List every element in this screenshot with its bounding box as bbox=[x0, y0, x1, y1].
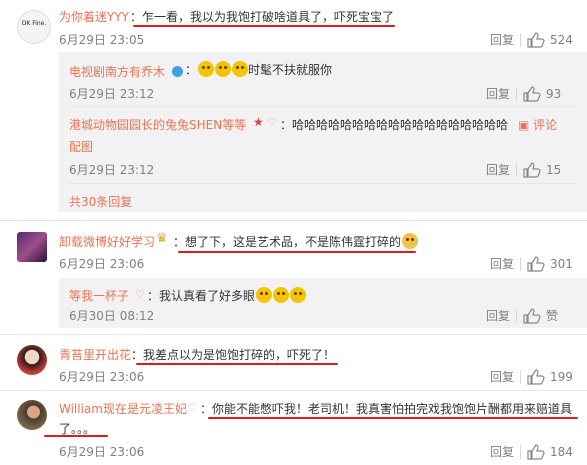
verified-icon bbox=[172, 66, 183, 77]
reply-time: 6月30日 08:12 bbox=[69, 309, 155, 323]
thumbs-up-icon[interactable] bbox=[523, 161, 541, 178]
reply-author[interactable]: 港城动物园园长的兔兔SHEN等等 bbox=[69, 116, 246, 133]
reply-text-wrap: ：我认真看了好多眼 bbox=[147, 287, 307, 304]
reply-button[interactable]: 回复 bbox=[490, 443, 514, 460]
reply-actions: 回复 赞 bbox=[486, 307, 558, 324]
comment-actions: 回复 199 bbox=[490, 368, 573, 385]
divider bbox=[520, 444, 522, 459]
reply-button[interactable]: 回复 bbox=[486, 161, 510, 178]
annotation-underline bbox=[44, 435, 108, 437]
emoji-icon bbox=[290, 287, 307, 303]
view-image-label-2[interactable]: 配图 bbox=[69, 138, 93, 155]
thumbs-up-icon[interactable] bbox=[527, 368, 545, 385]
reply-button[interactable]: 回复 bbox=[490, 255, 514, 272]
like-label[interactable]: 赞 bbox=[546, 307, 558, 324]
comment-time: 6月29日 23:05 bbox=[59, 33, 145, 47]
reply-author[interactable]: 等我一杯子 bbox=[69, 287, 129, 304]
divider bbox=[516, 86, 518, 101]
more-replies-link[interactable]: 共30条回复 bbox=[69, 193, 132, 210]
heart-icon: ♡ bbox=[187, 401, 197, 414]
comment-text: 我差点以为是饱饱打碎的，吓死了！ bbox=[143, 348, 336, 362]
comment-author[interactable]: 青苔里开出花 bbox=[59, 346, 131, 363]
divider bbox=[520, 256, 522, 271]
reply-text: 时髦不扶就服你 bbox=[248, 63, 333, 77]
avatar[interactable] bbox=[17, 232, 47, 262]
annotation-underline bbox=[208, 417, 578, 419]
reply-button[interactable]: 回复 bbox=[486, 307, 510, 324]
reply-text: 我认真看了好多眼 bbox=[159, 289, 256, 303]
reply-text: 哈哈哈哈哈哈哈哈哈哈哈哈哈哈哈哈哈哈 bbox=[292, 118, 509, 132]
divider bbox=[69, 106, 577, 107]
annotation-underline bbox=[136, 363, 338, 365]
divider bbox=[0, 390, 587, 391]
divider bbox=[0, 220, 587, 221]
comment-actions: 回复 301 bbox=[490, 255, 573, 272]
heart-icon: ♡ bbox=[135, 288, 145, 301]
annotation-underline bbox=[178, 251, 416, 253]
avatar[interactable]: OK Fine. bbox=[17, 10, 51, 44]
avatar[interactable] bbox=[17, 345, 47, 375]
like-count: 15 bbox=[546, 162, 562, 177]
comment-actions: 回复 184 bbox=[490, 443, 573, 460]
emoji-icon bbox=[402, 233, 419, 249]
thumbs-up-icon[interactable] bbox=[527, 255, 545, 272]
like-count: 301 bbox=[550, 256, 573, 271]
comment-text: 你能不能憋吓我！老司机！我真害怕拍完戏我饱饱片酬都用来赔道具 bbox=[212, 402, 573, 416]
comment-author[interactable]: William现在是元凌王妃 bbox=[59, 400, 187, 417]
comment-time: 6月29日 23:06 bbox=[59, 257, 145, 271]
emoji-icon bbox=[215, 61, 232, 77]
reply-actions: 回复 93 bbox=[486, 85, 561, 102]
view-image-label[interactable]: 评论 bbox=[533, 118, 557, 132]
reply-time: 6月29日 23:12 bbox=[69, 87, 155, 101]
reply-button[interactable]: 回复 bbox=[486, 85, 510, 102]
like-count: 199 bbox=[550, 369, 573, 384]
divider bbox=[520, 32, 522, 47]
like-count: 93 bbox=[546, 86, 562, 101]
comment-author[interactable]: 卸载微博好好学习 bbox=[59, 233, 155, 250]
emoji-icon bbox=[273, 287, 290, 303]
like-count: 524 bbox=[550, 32, 573, 47]
thumbs-up-icon[interactable] bbox=[527, 443, 545, 460]
comment-text: 想了下，这是艺术品，不是陈伟霆打碎的 bbox=[185, 235, 402, 249]
comment-text-wrap: ：想了下，这是艺术品，不是陈伟霆打碎的 bbox=[173, 233, 419, 250]
heart-icon: ♡ bbox=[267, 116, 277, 129]
divider bbox=[516, 162, 518, 177]
comment-text-wrap: ：乍一看，我以为我饱打破啥道具了，吓死宝宝了 bbox=[130, 10, 395, 24]
reply-button[interactable]: 回复 bbox=[490, 368, 514, 385]
comment-text-wrap: ：我差点以为是饱饱打碎的，吓死了！ bbox=[131, 348, 336, 362]
divider bbox=[520, 369, 522, 384]
reply-author[interactable]: 电视剧南方有乔木 bbox=[69, 63, 165, 80]
reply-text-wrap: ：哈哈哈哈哈哈哈哈哈哈哈哈哈哈哈哈哈哈 bbox=[280, 118, 509, 132]
star-icon: ★ bbox=[253, 115, 264, 129]
reply-time: 6月29日 23:12 bbox=[69, 163, 155, 177]
reply-button[interactable]: 回复 bbox=[490, 31, 514, 48]
reply-text-wrap: ：时髦不扶就服你 bbox=[185, 61, 333, 77]
divider bbox=[516, 308, 518, 323]
comment-actions: 回复 524 bbox=[490, 31, 573, 48]
thumbs-up-icon[interactable] bbox=[523, 85, 541, 102]
avatar[interactable] bbox=[17, 400, 47, 430]
reply-actions: 回复 15 bbox=[486, 161, 561, 178]
comment-text-wrap: ：你能不能憋吓我！老司机！我真害怕拍完戏我饱饱片酬都用来赔道具 bbox=[200, 402, 573, 416]
avatar-text: OK Fine. bbox=[21, 20, 47, 27]
emoji-icon bbox=[198, 61, 215, 77]
like-count: 184 bbox=[550, 444, 573, 459]
crown-icon: ♛ bbox=[156, 231, 168, 246]
divider bbox=[69, 183, 577, 184]
emoji-icon bbox=[256, 287, 273, 303]
emoji-icon bbox=[232, 61, 249, 77]
divider bbox=[0, 334, 587, 335]
comment-time: 6月29日 23:06 bbox=[59, 445, 145, 459]
comment-author[interactable]: 为你着迷YYY bbox=[59, 8, 129, 25]
comment-text: 乍一看，我以为我饱打破啥道具了，吓死宝宝了 bbox=[142, 10, 395, 24]
annotation-underline bbox=[133, 25, 395, 27]
thumbs-up-icon[interactable] bbox=[527, 31, 545, 48]
comment-time: 6月29日 23:06 bbox=[59, 370, 145, 384]
image-icon[interactable]: ▣ 评论 bbox=[518, 116, 557, 133]
more-replies-label[interactable]: 共30条回复 bbox=[69, 195, 132, 209]
thumbs-up-icon[interactable] bbox=[523, 307, 541, 324]
